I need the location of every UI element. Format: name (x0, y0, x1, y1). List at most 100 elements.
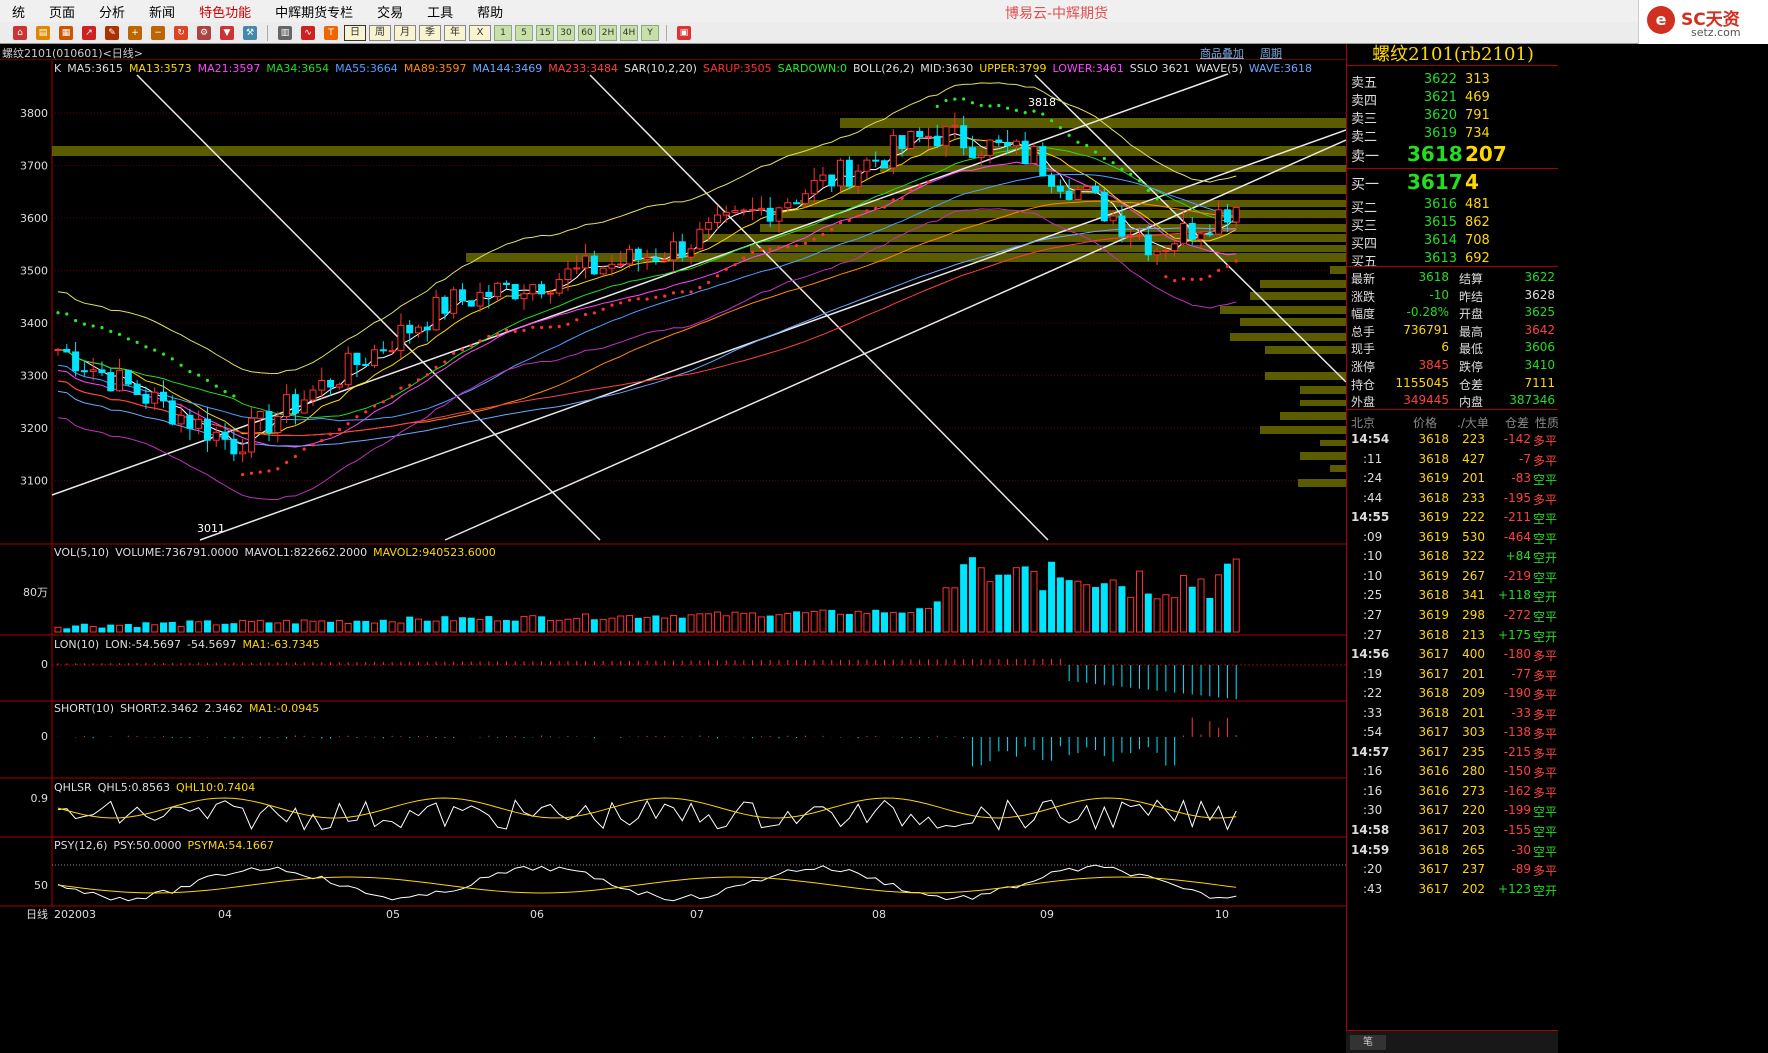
minute-5-button[interactable]: 5 (515, 24, 533, 41)
tick-row[interactable]: 14:58 3617 203 -155 空平 (1347, 821, 1559, 841)
order-book-row[interactable]: 卖一 3618 207 (1347, 142, 1559, 166)
minute-30-button[interactable]: 30 (557, 24, 575, 41)
tick-row[interactable]: 14:57 3617 235 -215 多平 (1347, 743, 1559, 763)
menu-item-5[interactable]: 中辉期货专栏 (263, 2, 365, 21)
tools-icon[interactable]: ⚒ (240, 24, 260, 42)
volume-bar (1206, 597, 1214, 633)
refresh-icon[interactable]: ↻ (171, 24, 191, 42)
trend-icon[interactable]: ↗ (79, 24, 99, 42)
menu-item-6[interactable]: 交易 (365, 2, 415, 21)
order-book-row[interactable]: 卖四 3621 469 (1347, 89, 1559, 109)
volume-bar (872, 609, 880, 633)
tick-row[interactable]: :22 3618 209 -190 多平 (1347, 684, 1559, 704)
pen-icon[interactable]: ✎ (102, 24, 122, 42)
minute-15-button[interactable]: 15 (536, 24, 554, 41)
tick-row[interactable]: 14:56 3617 400 -180 多平 (1347, 645, 1559, 665)
calendar-icon[interactable]: ▣ (674, 24, 694, 42)
candle-body (749, 209, 757, 212)
home-icon[interactable]: ⌂ (10, 24, 30, 42)
tick-row[interactable]: :20 3617 237 -89 多平 (1347, 860, 1559, 880)
period-quarter-button[interactable]: 季 (419, 24, 441, 41)
sar-dot (838, 221, 843, 225)
order-book-row[interactable]: 卖二 3619 734 (1347, 125, 1559, 145)
vol-y-tick: 80万 (23, 586, 48, 599)
psy-line (57, 864, 1237, 902)
order-book-row[interactable]: 买二 3616 481 (1347, 196, 1559, 216)
menu-item-0[interactable]: 统 (0, 2, 37, 21)
tick-row[interactable]: :33 3618 201 -33 多平 (1347, 704, 1559, 724)
menu-item-2[interactable]: 分析 (87, 2, 137, 21)
y-tick-label: 3300 (20, 369, 48, 382)
tick-row[interactable]: :24 3619 201 -83 空平 (1347, 469, 1559, 489)
tick-row[interactable]: :27 3618 213 +175 空开 (1347, 626, 1559, 646)
tick-row[interactable]: :54 3617 303 -138 多平 (1347, 723, 1559, 743)
y-tick-label: 3400 (20, 317, 48, 330)
volume-bar (186, 620, 194, 633)
tick-row[interactable]: :43 3617 202 +123 空开 (1347, 880, 1559, 900)
menu-item-7[interactable]: 工具 (415, 2, 465, 21)
tick-row[interactable]: :16 3616 280 -150 多平 (1347, 762, 1559, 782)
table-icon[interactable]: ▥ (275, 24, 295, 42)
sar-dot (1006, 106, 1010, 110)
candle-body (863, 159, 871, 172)
sar-dot (390, 395, 394, 399)
tick-row[interactable]: :30 3617 220 -199 空平 (1347, 801, 1559, 821)
candle-body (669, 241, 677, 261)
volume-profile-band (1300, 452, 1346, 460)
candle-body (283, 394, 291, 418)
tick-row[interactable]: :19 3617 201 -77 多平 (1347, 665, 1559, 685)
level-price: 3622 (1423, 72, 1457, 87)
ticks-icon[interactable]: T (321, 24, 341, 42)
period-week-button[interactable]: 周 (369, 24, 391, 41)
period-month-button[interactable]: 月 (394, 24, 416, 41)
sar-dot (1032, 109, 1036, 113)
minute-1-button[interactable]: 1 (494, 24, 512, 41)
menu-item-1[interactable]: 页面 (37, 2, 87, 21)
line-chart-icon[interactable]: ∿ (298, 24, 318, 42)
candle-body (1004, 141, 1012, 147)
period-day-button[interactable]: 日 (344, 24, 366, 41)
volume-bar (177, 625, 185, 633)
zoom-out-icon[interactable]: − (148, 24, 168, 42)
volume-bar (1171, 597, 1179, 633)
candle-body (168, 400, 176, 425)
hour-2-button[interactable]: 2H (599, 24, 617, 41)
sar-dot (197, 373, 201, 377)
hour-4-button[interactable]: 4H (620, 24, 638, 41)
menu-item-8[interactable]: 帮助 (465, 2, 515, 21)
level-price: 3617 (1407, 170, 1463, 194)
order-book-row[interactable]: 卖五 3622 313 (1347, 71, 1559, 91)
tick-row[interactable]: :44 3618 233 -195 多平 (1347, 489, 1559, 509)
zoom-in-icon[interactable]: + (125, 24, 145, 42)
candle-body (1144, 234, 1152, 256)
tick-row[interactable]: :09 3619 530 -464 空平 (1347, 528, 1559, 548)
order-book-row[interactable]: 卖三 3620 791 (1347, 107, 1559, 127)
filter-icon[interactable]: ▼ (217, 24, 237, 42)
tick-row[interactable]: :16 3616 273 -162 多平 (1347, 782, 1559, 802)
tick-row[interactable]: 14:59 3618 265 -30 空平 (1347, 841, 1559, 861)
sar-dot (320, 439, 324, 443)
folder-icon[interactable]: ▤ (33, 24, 53, 42)
tick-row[interactable]: :10 3618 322 +84 空开 (1347, 547, 1559, 567)
volume-bar (151, 624, 159, 633)
tick-row[interactable]: 14:54 3618 223 -142 多平 (1347, 430, 1559, 450)
order-book-row[interactable]: 买四 3614 708 (1347, 232, 1559, 252)
settings-icon[interactable]: ⚙ (194, 24, 214, 42)
order-book-row[interactable]: 买三 3615 862 (1347, 214, 1559, 234)
tick-row[interactable]: :10 3619 267 -219 空平 (1347, 567, 1559, 587)
tick-row[interactable]: :27 3619 298 -272 空平 (1347, 606, 1559, 626)
menu-item-3[interactable]: 新闻 (137, 2, 187, 21)
custom-period-button[interactable]: Y (641, 24, 659, 41)
menu-item-4[interactable]: 特色功能 (187, 2, 263, 21)
order-book-row[interactable]: 买一 3617 4 (1347, 170, 1559, 194)
period-year-button[interactable]: 年 (444, 24, 466, 41)
quote-board-icon[interactable]: ▦ (56, 24, 76, 42)
legend-item: MA1:-0.0945 (249, 702, 320, 715)
tick-row[interactable]: 14:55 3619 222 -211 空平 (1347, 508, 1559, 528)
ticks-tab[interactable]: 笔 (1350, 1035, 1386, 1050)
x-tick-label: 07 (690, 908, 704, 921)
tick-row[interactable]: :11 3618 427 -7 多平 (1347, 450, 1559, 470)
tick-row[interactable]: :25 3618 341 +118 空开 (1347, 586, 1559, 606)
minute-60-button[interactable]: 60 (578, 24, 596, 41)
period-x-button[interactable]: X (469, 24, 491, 41)
